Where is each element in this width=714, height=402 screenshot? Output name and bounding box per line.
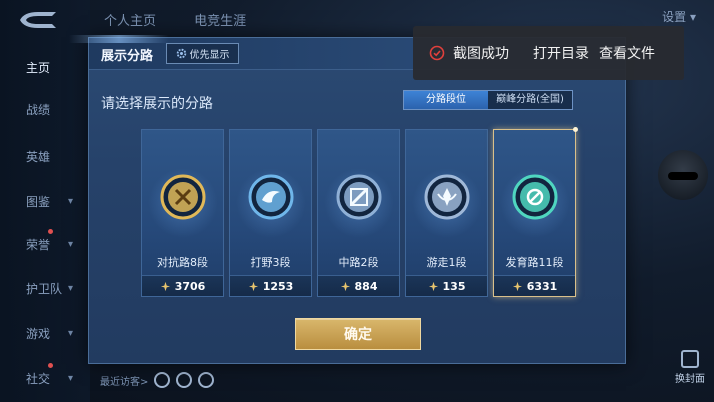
replace-cover-label: 换封面 (675, 374, 705, 385)
screenshot-toast: 截图成功 打开目录 查看文件 (413, 26, 684, 80)
roam-icon (424, 174, 470, 220)
score-bar: 884 (318, 275, 399, 296)
tab-profile[interactable]: 个人主页 (104, 14, 156, 29)
lane-card[interactable]: 打野3段 1253 (229, 129, 312, 297)
chevron-down-icon: ▾ (68, 238, 74, 250)
visitor-avatar[interactable] (198, 372, 215, 388)
notification-dot (48, 229, 53, 234)
selected-indicator (573, 127, 578, 132)
sidebar-item[interactable]: 主页 (0, 56, 90, 78)
peak-score-icon (160, 281, 170, 291)
peak-score-icon (512, 281, 522, 291)
score-bar: 6331 (494, 275, 575, 296)
priority-display-button[interactable]: 优先显示 (166, 43, 239, 64)
toast-message: 截图成功 (453, 46, 509, 62)
confirm-button[interactable]: 确定 (295, 318, 421, 350)
tab-lane-rank[interactable]: 分路段位 (404, 91, 488, 109)
lane-rank-label: 发育路11段 (505, 256, 564, 269)
sidebar-item-label: 图鉴 (26, 194, 51, 209)
view-file-link[interactable]: 查看文件 (599, 43, 655, 63)
chevron-down-icon: ▾ (68, 282, 74, 294)
dialog-title: 展示分路 (101, 49, 154, 64)
priority-display-label: 优先显示 (189, 50, 230, 61)
lane-score: 884 (354, 279, 378, 293)
chevron-down-icon: ▾ (68, 327, 74, 339)
sidebar-item[interactable]: 护卫队 ▾ (0, 277, 90, 299)
replace-cover-button[interactable]: 换封面 (672, 350, 708, 385)
chevron-down-icon: ▾ (68, 372, 74, 384)
settings-label: 设置 (662, 10, 687, 24)
chevron-down-icon: ▾ (68, 195, 74, 207)
visitor-avatar[interactable] (176, 372, 193, 388)
lane-score: 6331 (526, 279, 558, 293)
notification-dot (48, 363, 53, 368)
lane-card[interactable]: 对抗路8段 3706 (141, 129, 224, 297)
open-folder-link[interactable]: 打开目录 (533, 43, 589, 63)
lane-score: 135 (442, 279, 466, 293)
recent-visitors-label: 最近访客> (100, 376, 149, 388)
recent-visitors[interactable]: 最近访客> (100, 372, 215, 388)
sidebar-item[interactable]: 战绩 (0, 98, 90, 120)
visitor-avatar[interactable] (154, 372, 171, 388)
sidebar-item[interactable]: 图鉴 ▾ (0, 190, 90, 212)
gear-icon (176, 48, 186, 59)
score-bar: 1253 (230, 275, 311, 296)
chevron-down-icon: ▾ (689, 10, 696, 24)
back-logo-icon[interactable] (16, 8, 60, 32)
sidebar-item[interactable]: 荣誉 ▾ (0, 229, 90, 255)
peak-score-icon (340, 281, 350, 291)
lane-rank-label: 游走1段 (426, 256, 467, 269)
lane-card[interactable]: 游走1段 135 (405, 129, 488, 297)
tab-peak-lane[interactable]: 巅峰分路(全国) (488, 91, 572, 109)
select-prompt: 请选择展示的分路 (101, 96, 213, 112)
sidebar-item-label: 社交 (26, 371, 51, 386)
lane-rank-label: 打野3段 (250, 256, 291, 269)
header-accent (69, 35, 169, 43)
lane-score: 3706 (174, 279, 206, 293)
lane-score: 1253 (262, 279, 294, 293)
check-circle-icon (429, 45, 445, 61)
sidebar-item-label: 护卫队 (26, 281, 63, 296)
top-tabs: 个人主页 电竞生涯 (104, 10, 280, 29)
lane-rank-label: 中路2段 (338, 256, 379, 269)
lane-card[interactable]: 发育路11段 6331 (493, 127, 578, 297)
score-bar: 135 (406, 275, 487, 296)
sidebar-item-label: 主页 (26, 60, 51, 75)
score-bar: 3706 (142, 275, 223, 296)
avatar (658, 150, 708, 200)
lane-mode-toggle: 分路段位 巅峰分路(全国) (403, 90, 573, 110)
peak-score-icon (428, 281, 438, 291)
sidebar-item-label: 游戏 (26, 326, 51, 341)
tab-esports[interactable]: 电竞生涯 (194, 14, 246, 29)
display-lane-dialog: 展示分路 优先显示 请选择展示的分路 分路段位 巅峰分路(全国) 对抗路8段 37… (69, 35, 626, 364)
image-icon (681, 350, 699, 368)
settings-button[interactable]: 设置 ▾ (662, 8, 696, 25)
sidebar-item-label: 荣誉 (26, 237, 51, 252)
sidebar-item[interactable]: 社交 ▾ (0, 363, 90, 389)
sidebar-item[interactable]: 游戏 ▾ (0, 322, 90, 344)
mid-lane-icon (336, 174, 382, 220)
sidebar-item-label: 英雄 (26, 149, 51, 164)
jungle-icon (248, 174, 294, 220)
clash-lane-icon (160, 174, 206, 220)
lane-card[interactable]: 中路2段 884 (317, 129, 400, 297)
sidebar-item[interactable]: 英雄 (0, 145, 90, 167)
sidebar-item-label: 战绩 (26, 102, 51, 117)
lane-rank-label: 对抗路8段 (157, 256, 208, 269)
farm-lane-icon (512, 174, 558, 220)
peak-score-icon (248, 281, 258, 291)
sidebar: 主页战绩英雄图鉴 ▾ 荣誉 ▾ 护卫队 ▾ 游戏 ▾ 社交 ▾ (0, 0, 90, 402)
